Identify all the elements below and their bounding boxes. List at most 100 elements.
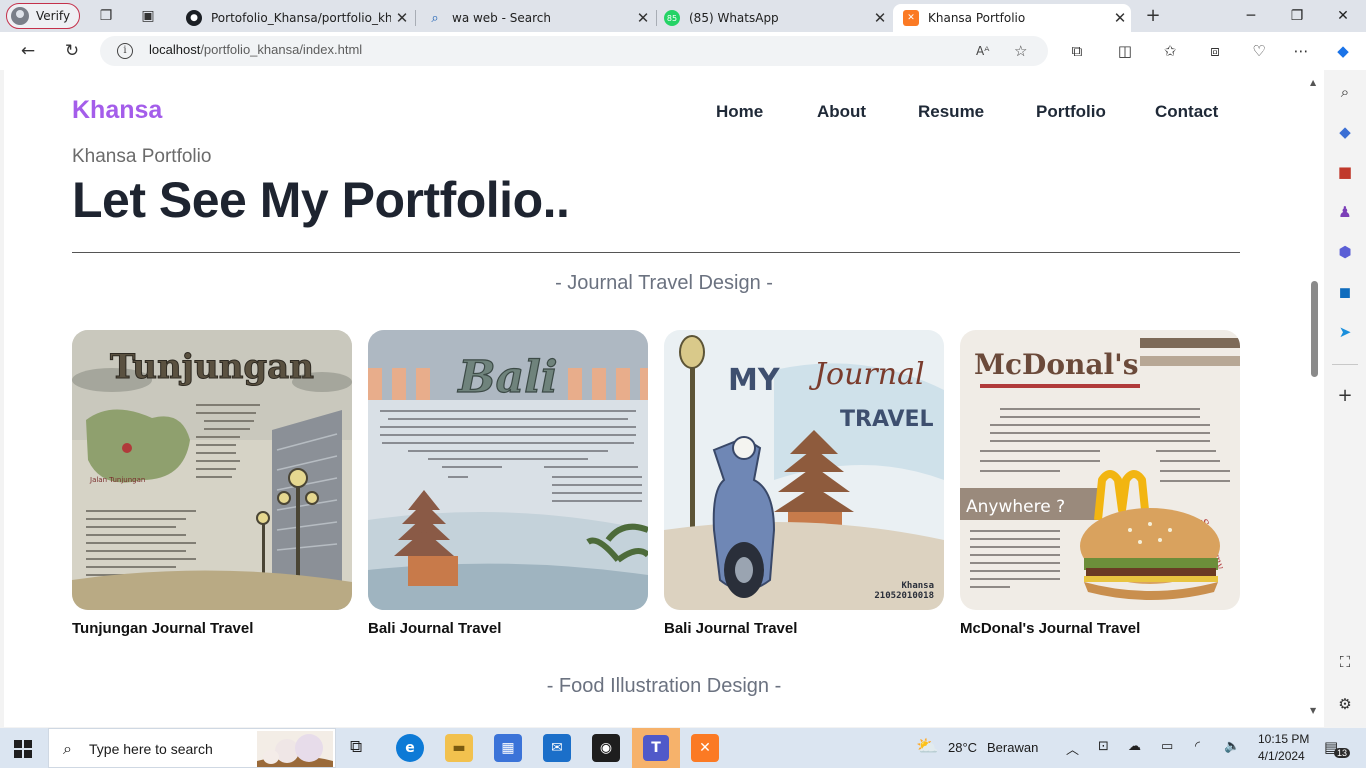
url-host: localhost bbox=[149, 42, 201, 57]
nav-about[interactable]: About bbox=[817, 102, 866, 122]
portfolio-card-mcdonals[interactable]: McDonal's Anywhere ? So Yummy bbox=[960, 330, 1240, 637]
github-icon: ● bbox=[186, 10, 202, 26]
windows-start-icon[interactable] bbox=[14, 740, 32, 758]
tools-briefcase-icon[interactable]: ■ bbox=[1335, 162, 1355, 182]
workspaces-icon[interactable]: ❐ bbox=[97, 7, 115, 25]
close-tab-icon[interactable]: ✕ bbox=[632, 9, 654, 27]
profile-button[interactable]: Verify bbox=[6, 3, 80, 29]
minimize-icon[interactable]: ─ bbox=[1228, 0, 1274, 32]
tab-whatsapp[interactable]: 85 (85) WhatsApp ✕ bbox=[654, 4, 891, 32]
shopping-tag-icon[interactable]: ◆ bbox=[1335, 122, 1355, 142]
add-icon[interactable]: + bbox=[1335, 386, 1355, 406]
close-tab-icon[interactable]: ✕ bbox=[1109, 9, 1131, 27]
read-aloud-icon[interactable]: Aᴬ bbox=[976, 44, 989, 58]
art-title-journal: Journal bbox=[808, 357, 925, 392]
close-window-icon[interactable]: ✕ bbox=[1320, 0, 1366, 32]
volume-icon[interactable]: 🔈 bbox=[1224, 739, 1240, 754]
card-image[interactable]: Tunjungan Jalan Tunjungan bbox=[72, 330, 352, 610]
search-icon: ⌕ bbox=[63, 739, 72, 758]
favorites-icon[interactable]: ✩ bbox=[1160, 41, 1180, 61]
art-signature-name: Khansa bbox=[901, 581, 934, 591]
games-icon[interactable]: ♟ bbox=[1335, 202, 1355, 222]
screenshot-icon[interactable]: ⛶ bbox=[1335, 652, 1355, 672]
favorite-star-icon[interactable]: ☆ bbox=[1014, 42, 1027, 60]
nav-portfolio[interactable]: Portfolio bbox=[1036, 102, 1106, 122]
scroll-up-icon[interactable]: ▲ bbox=[1310, 78, 1316, 87]
site-brand[interactable]: Khansa bbox=[72, 96, 162, 125]
edge-sidebar: ⌕ ◆ ■ ♟ ⬢ ◼ ➤ + ⛶ ⚙ bbox=[1324, 70, 1366, 728]
clock-date[interactable]: 4/1/2024 bbox=[1258, 749, 1305, 763]
vertical-tabs-icon[interactable]: ▣ bbox=[139, 7, 157, 25]
outlook-icon[interactable]: ◼ bbox=[1335, 282, 1355, 302]
store-icon[interactable]: ▦ bbox=[494, 734, 522, 762]
restore-icon[interactable]: ❐ bbox=[1274, 0, 1320, 32]
microsoft365-icon[interactable]: ⬢ bbox=[1335, 242, 1355, 262]
portfolio-card-bali[interactable]: Bali Bali Journal Travel bbox=[368, 330, 648, 637]
portfolio-card-my-journal[interactable]: MY Journal TRAVEL Khansa 21052010018 Bal bbox=[664, 330, 944, 637]
tab-search[interactable]: ⌕ wa web - Search ✕ bbox=[417, 4, 654, 32]
teams-app-icon[interactable]: T bbox=[632, 728, 680, 768]
weather-text[interactable]: Berawan bbox=[987, 740, 1038, 755]
refresh-icon[interactable]: ↻ bbox=[60, 40, 84, 62]
file-explorer-icon[interactable]: ▬ bbox=[445, 734, 473, 762]
portfolio-card-tunjungan[interactable]: Tunjungan Jalan Tunjungan Tunjungan Jour… bbox=[72, 330, 352, 637]
weather-cloud-icon[interactable]: ⛅ bbox=[916, 736, 938, 757]
mail-icon[interactable]: ✉ bbox=[543, 734, 571, 762]
browser-tab-strip: Verify ❐ ▣ ● Portofolio_Khansa/portfolio… bbox=[0, 0, 1366, 32]
scroll-down-icon[interactable]: ▼ bbox=[1310, 706, 1316, 715]
task-view-icon[interactable]: ⧉ bbox=[350, 737, 362, 757]
tab-github[interactable]: ● Portofolio_Khansa/portfolio_khansa ✕ bbox=[176, 4, 413, 32]
art-note: Jalan Tunjungan bbox=[89, 476, 145, 484]
art-title-my: MY bbox=[728, 363, 781, 398]
tab-khansa-portfolio[interactable]: ✕ Khansa Portfolio ✕ bbox=[893, 4, 1131, 32]
copilot-icon[interactable]: ◆ bbox=[1333, 41, 1353, 61]
close-tab-icon[interactable]: ✕ bbox=[869, 9, 891, 27]
settings-gear-icon[interactable]: ⚙ bbox=[1335, 694, 1355, 714]
collections-icon[interactable]: ⧈ bbox=[1205, 41, 1225, 61]
xampp-icon: ✕ bbox=[903, 10, 919, 26]
new-tab-icon[interactable]: + bbox=[1144, 7, 1162, 25]
nav-resume[interactable]: Resume bbox=[918, 102, 984, 122]
card-caption[interactable]: Bali Journal Travel bbox=[664, 620, 944, 637]
page-scrollbar[interactable]: ▲ ▼ bbox=[1306, 70, 1324, 720]
browser-essentials-icon[interactable]: ♡ bbox=[1249, 41, 1269, 61]
card-caption[interactable]: Bali Journal Travel bbox=[368, 620, 648, 637]
xampp-app-icon[interactable]: ✕ bbox=[691, 734, 719, 762]
card-caption[interactable]: Tunjungan Journal Travel bbox=[72, 620, 352, 637]
cloud-sync-icon[interactable]: ☁ bbox=[1128, 739, 1141, 754]
art-title-travel: TRAVEL bbox=[840, 407, 934, 432]
page-viewport: Khansa Home About Resume Portfolio Conta… bbox=[0, 70, 1324, 727]
more-menu-icon[interactable]: ⋯ bbox=[1291, 41, 1311, 61]
card-caption[interactable]: McDonal's Journal Travel bbox=[960, 620, 1240, 637]
taskbar-search-box[interactable]: ⌕ Type here to search bbox=[48, 728, 336, 768]
edge-app-icon[interactable]: e bbox=[396, 734, 424, 762]
close-tab-icon[interactable]: ✕ bbox=[391, 9, 413, 27]
card-image[interactable]: McDonal's Anywhere ? So Yummy bbox=[960, 330, 1240, 610]
back-arrow-icon[interactable]: ← bbox=[16, 40, 40, 62]
card-image[interactable]: MY Journal TRAVEL Khansa 21052010018 bbox=[664, 330, 944, 610]
url-text[interactable]: localhost/portfolio_khansa/index.html bbox=[149, 42, 362, 57]
search-placeholder: Type here to search bbox=[89, 741, 213, 757]
search-icon: ⌕ bbox=[431, 10, 439, 26]
url-path: /portfolio_khansa/index.html bbox=[200, 42, 363, 57]
nav-contact[interactable]: Contact bbox=[1155, 102, 1218, 122]
art-title: Tunjungan bbox=[110, 347, 314, 387]
site-info-icon[interactable]: i bbox=[117, 43, 133, 59]
battery-icon[interactable]: ▭ bbox=[1161, 739, 1173, 754]
show-hidden-icons-chevron-icon[interactable]: ︿ bbox=[1066, 739, 1079, 758]
send-icon[interactable]: ➤ bbox=[1335, 322, 1355, 342]
tab-divider bbox=[415, 10, 416, 26]
extensions-icon[interactable]: ⧉ bbox=[1067, 41, 1087, 61]
weather-temp[interactable]: 28°C bbox=[948, 740, 977, 755]
search-icon[interactable]: ⌕ bbox=[1335, 82, 1355, 102]
figma-icon[interactable]: ◉ bbox=[592, 734, 620, 762]
card-image[interactable]: Bali bbox=[368, 330, 648, 610]
clock-time[interactable]: 10:15 PM bbox=[1258, 732, 1309, 746]
address-bar[interactable]: i localhost/portfolio_khansa/index.html … bbox=[100, 36, 1048, 66]
split-screen-icon[interactable]: ◫ bbox=[1115, 41, 1135, 61]
webcam-icon[interactable]: ⊡ bbox=[1098, 739, 1109, 754]
nav-home[interactable]: Home bbox=[716, 102, 763, 122]
wifi-icon[interactable]: ◜ bbox=[1195, 739, 1200, 754]
scrollbar-thumb[interactable] bbox=[1311, 281, 1318, 377]
tab-title: Khansa Portfolio bbox=[928, 11, 1026, 25]
